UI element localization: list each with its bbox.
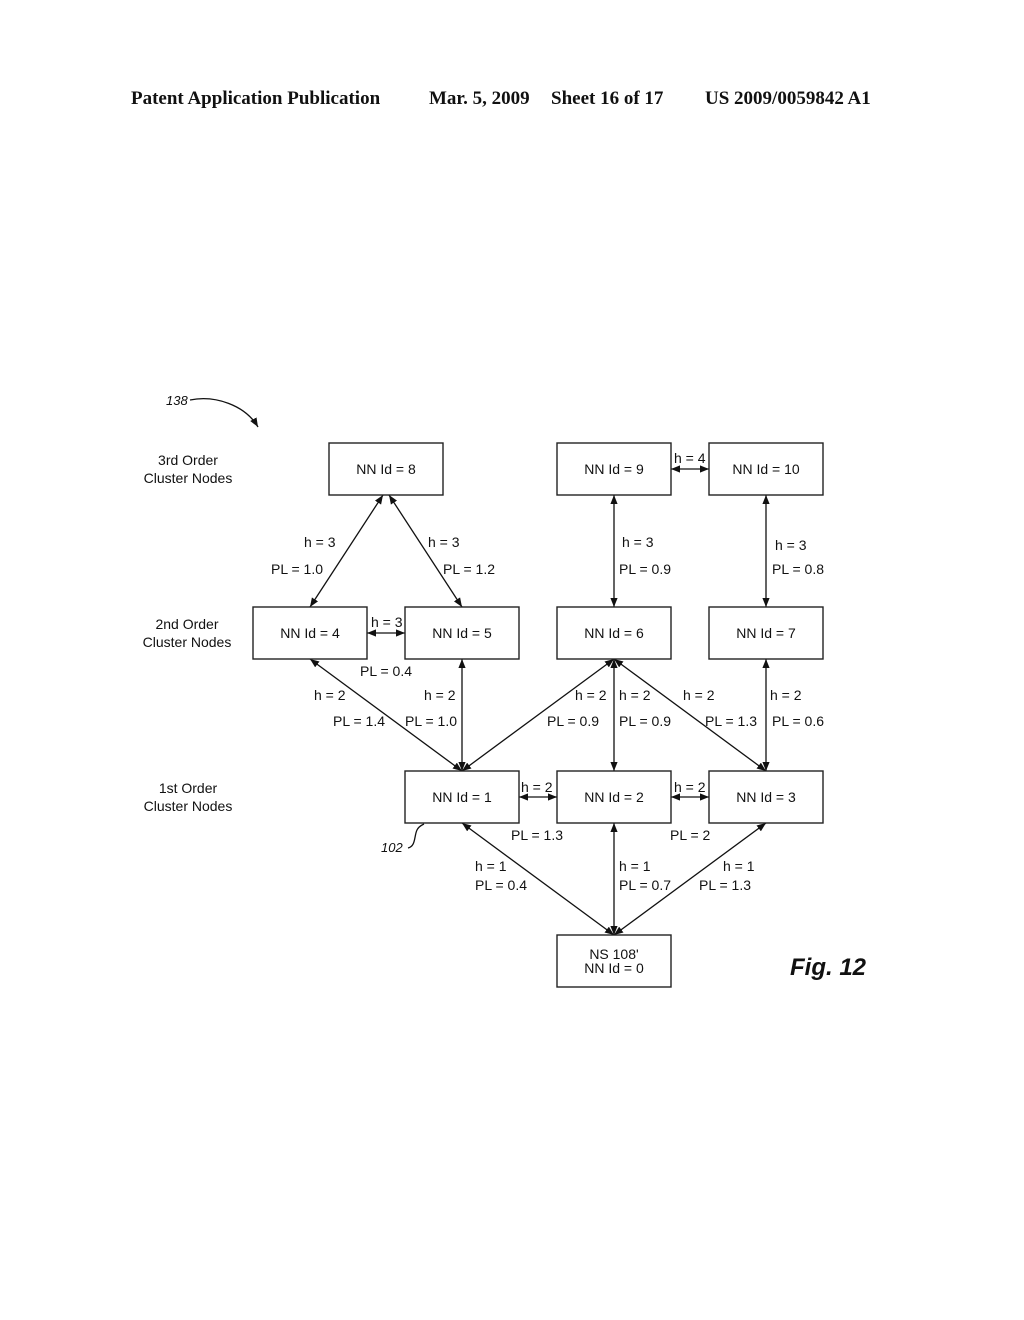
figure-label: Fig. 12 bbox=[790, 954, 867, 981]
node-label: NN Id = 9 bbox=[584, 461, 644, 477]
edge-path-length-label: PL = 0.8 bbox=[772, 561, 824, 577]
node-4: NN Id = 4 bbox=[252, 606, 368, 660]
node-reference-102: 102 bbox=[381, 823, 425, 855]
edge-path-length-label: PL = 2 bbox=[670, 827, 711, 843]
edge-hop-label: h = 1 bbox=[619, 858, 651, 874]
edge-hop-label: h = 1 bbox=[723, 858, 755, 874]
row-label-3rd-order: 3rd Order Cluster Nodes bbox=[144, 452, 233, 486]
row-label-line2: Cluster Nodes bbox=[144, 470, 233, 486]
edge-path-length-label: PL = 0.4 bbox=[475, 877, 527, 893]
edge-hop-label: h = 3 bbox=[428, 534, 460, 550]
node-2: NN Id = 2 bbox=[556, 770, 672, 824]
row-label-1st-order: 1st Order Cluster Nodes bbox=[144, 780, 233, 814]
node-3: NN Id = 3 bbox=[708, 770, 824, 824]
node-label: NN Id = 4 bbox=[280, 625, 340, 641]
node-10: NN Id = 10 bbox=[708, 442, 824, 496]
edge-path-length-label: PL = 1.0 bbox=[271, 561, 323, 577]
edge-path-length-label: PL = 0.9 bbox=[619, 713, 671, 729]
edge-path-length-label: PL = 1.3 bbox=[511, 827, 563, 843]
edge-path-length-label: PL = 0.9 bbox=[547, 713, 599, 729]
node-label: NN Id = 7 bbox=[736, 625, 796, 641]
row-label-line2: Cluster Nodes bbox=[143, 634, 232, 650]
edge-path-length-label: PL = 1.3 bbox=[705, 713, 757, 729]
edge-path-length-label: PL = 0.9 bbox=[619, 561, 671, 577]
node-reference-numeral: 102 bbox=[381, 840, 403, 855]
node-label: NN Id = 1 bbox=[432, 789, 492, 805]
edge-labels-layer: h = 1PL = 0.4h = 1PL = 0.7h = 1PL = 1.3h… bbox=[271, 450, 824, 893]
node-9: NN Id = 9 bbox=[556, 442, 672, 496]
row-label-line1: 3rd Order bbox=[158, 452, 218, 468]
node-0: NS 108'NN Id = 0 bbox=[556, 934, 672, 988]
reference-arrow-icon bbox=[189, 398, 259, 428]
edge-path-length-label: PL = 0.7 bbox=[619, 877, 671, 893]
edge-hop-label: h = 2 bbox=[424, 687, 456, 703]
node-label: NN Id = 2 bbox=[584, 789, 644, 805]
node-label: NN Id = 10 bbox=[732, 461, 800, 477]
edge-hop-label: h = 2 bbox=[674, 779, 706, 795]
edge-path-length-label: PL = 1.2 bbox=[443, 561, 495, 577]
reference-leader-line bbox=[407, 823, 425, 849]
edge-hop-label: h = 3 bbox=[371, 614, 403, 630]
edge-hop-label: h = 2 bbox=[683, 687, 715, 703]
edge-hop-label: h = 2 bbox=[314, 687, 346, 703]
edge-hop-label: h = 3 bbox=[304, 534, 336, 550]
node-7: NN Id = 7 bbox=[708, 606, 824, 660]
edge-hop-label: h = 3 bbox=[622, 534, 654, 550]
node-label: NN Id = 6 bbox=[584, 625, 644, 641]
reference-numeral: 138 bbox=[166, 393, 188, 408]
node-5: NN Id = 5 bbox=[404, 606, 520, 660]
network-diagram: 138 3rd Order Cluster Nodes 2nd Order Cl… bbox=[143, 393, 867, 988]
row-label-line1: 1st Order bbox=[159, 780, 218, 796]
edge-hop-label: h = 3 bbox=[775, 537, 807, 553]
edge-hop-label: h = 2 bbox=[575, 687, 607, 703]
edge-hop-label: h = 2 bbox=[619, 687, 651, 703]
row-label-2nd-order: 2nd Order Cluster Nodes bbox=[143, 616, 232, 650]
edge-path-length-label: PL = 1.0 bbox=[405, 713, 457, 729]
node-label: NN Id = 5 bbox=[432, 625, 492, 641]
node-label: NN Id = 0 bbox=[584, 960, 644, 976]
node-8: NN Id = 8 bbox=[328, 442, 444, 496]
edge-hop-label: h = 1 bbox=[475, 858, 507, 874]
edge-arrow-5-8 bbox=[388, 494, 463, 608]
edge-path-length-label: PL = 0.4 bbox=[360, 663, 412, 679]
node-6: NN Id = 6 bbox=[556, 606, 672, 660]
edge-path-length-label: PL = 1.3 bbox=[699, 877, 751, 893]
node-label: NN Id = 8 bbox=[356, 461, 416, 477]
edge-arrow-4-8 bbox=[309, 494, 384, 608]
edge-hop-label: h = 2 bbox=[521, 779, 553, 795]
edge-path-length-label: PL = 0.6 bbox=[772, 713, 824, 729]
figure-reference-138: 138 bbox=[166, 393, 259, 428]
edge-hop-label: h = 4 bbox=[674, 450, 706, 466]
row-label-line2: Cluster Nodes bbox=[144, 798, 233, 814]
edge-hop-label: h = 2 bbox=[770, 687, 802, 703]
row-label-line1: 2nd Order bbox=[155, 616, 218, 632]
node-label: NN Id = 3 bbox=[736, 789, 796, 805]
node-1: NN Id = 1 bbox=[404, 770, 520, 824]
edge-path-length-label: PL = 1.4 bbox=[333, 713, 385, 729]
